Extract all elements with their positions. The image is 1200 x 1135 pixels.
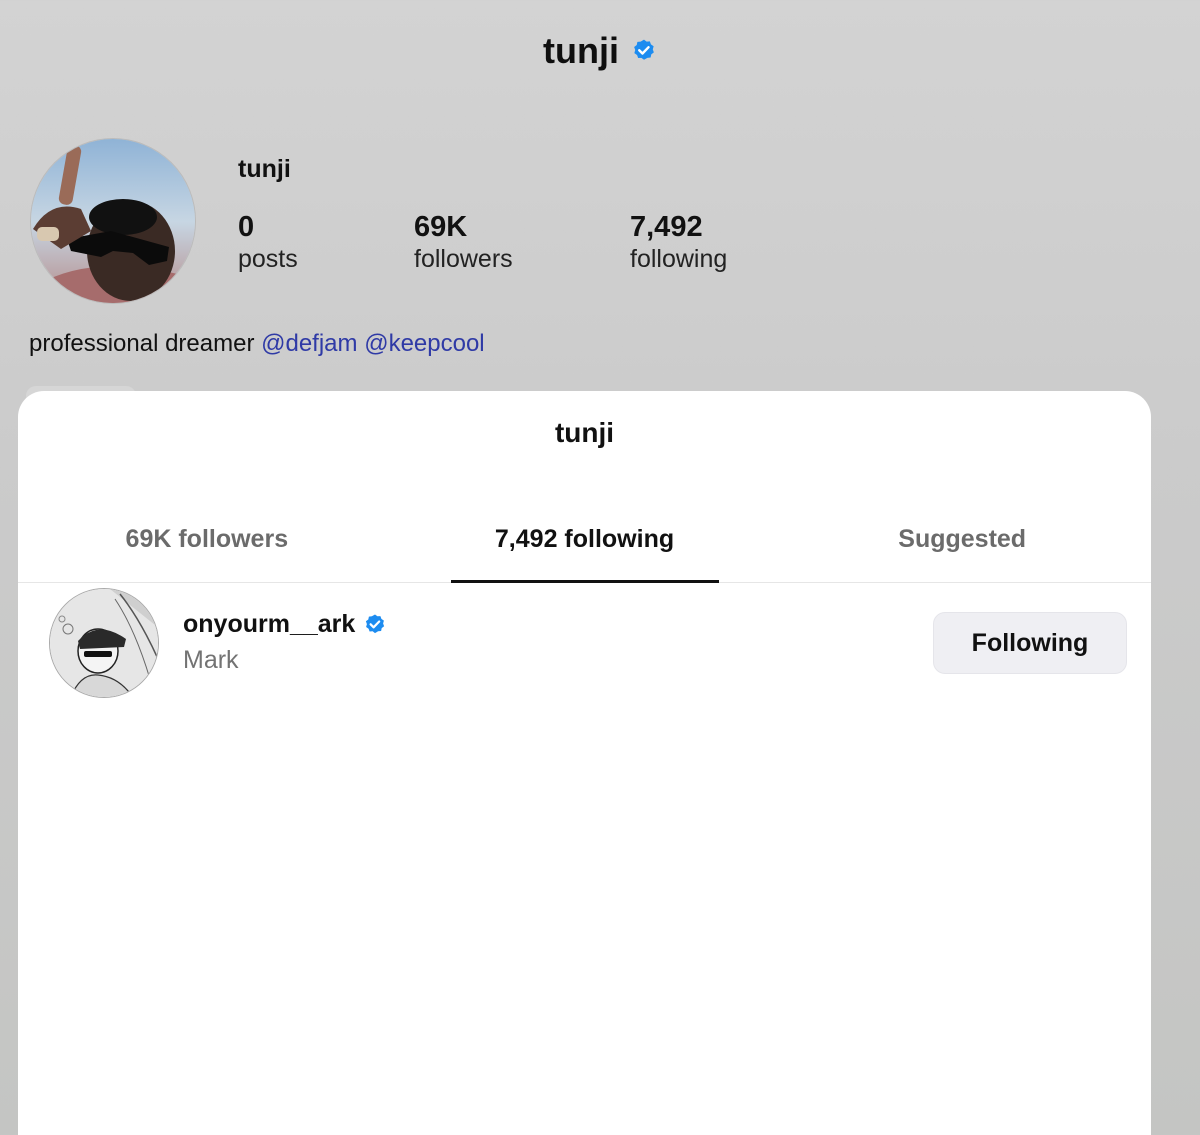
user-avatar-sketch <box>50 589 158 697</box>
user-handle[interactable]: onyourm__ark <box>183 610 355 639</box>
profile-photo <box>31 139 195 303</box>
mention-link-keepcool[interactable]: @keepcool <box>364 330 484 357</box>
tab-following[interactable]: 7,492 following <box>396 511 774 582</box>
verified-badge-icon <box>631 38 657 64</box>
list-item[interactable]: onyourm__ark Mark Following <box>18 588 1151 700</box>
following-button[interactable]: Following <box>933 612 1127 674</box>
mention-link-defjam[interactable]: @defjam <box>261 330 357 357</box>
followers-label: followers <box>414 245 513 273</box>
posts-label: posts <box>238 245 298 273</box>
page-title: tunji <box>0 30 1200 72</box>
bio-text: professional dreamer <box>29 330 255 357</box>
tab-followers[interactable]: 69K followers <box>18 511 396 582</box>
followers-stat[interactable]: 69K followers <box>414 210 513 274</box>
following-count: 7,492 <box>630 211 703 243</box>
modal-tabs: 69K followers 7,492 following Suggested <box>18 511 1151 583</box>
profile-avatar[interactable] <box>30 138 196 304</box>
following-modal: tunji 69K followers 7,492 following Sugg… <box>18 391 1151 1135</box>
modal-title: tunji <box>554 417 615 448</box>
profile-bio: professional dreamer @defjam @keepcool <box>29 330 485 358</box>
posts-stat: 0 posts <box>238 210 298 274</box>
user-handle-line: onyourm__ark <box>183 610 387 639</box>
profile-username: tunji <box>238 155 291 183</box>
tab-suggested[interactable]: Suggested <box>773 511 1151 582</box>
following-stat[interactable]: 7,492 following <box>630 210 727 274</box>
user-avatar[interactable] <box>49 588 159 698</box>
user-display-name: Mark <box>183 646 239 674</box>
followers-count: 69K <box>414 211 468 243</box>
verified-badge-icon <box>363 613 387 637</box>
following-label: following <box>630 245 728 273</box>
posts-count: 0 <box>238 211 255 243</box>
page-title-username: tunji <box>543 30 619 71</box>
